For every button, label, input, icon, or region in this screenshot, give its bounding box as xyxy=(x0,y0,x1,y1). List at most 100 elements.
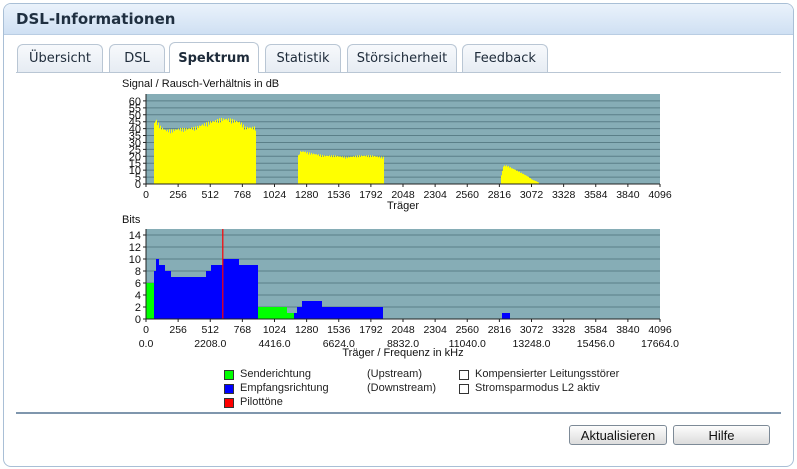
data-bar xyxy=(194,277,195,319)
data-bar xyxy=(168,271,169,319)
y-tick-label: 60 xyxy=(129,96,141,108)
x-axis-label: Träger / Frequenz in kHz xyxy=(342,347,463,359)
tab-uebersicht[interactable]: Übersicht xyxy=(17,44,103,72)
data-bar xyxy=(166,271,167,319)
help-button[interactable]: Hilfe xyxy=(673,425,770,445)
data-bar xyxy=(331,155,332,184)
data-bar xyxy=(246,129,247,184)
data-bar xyxy=(339,307,340,319)
data-bar xyxy=(315,154,316,184)
data-bar xyxy=(151,283,152,319)
data-bar xyxy=(365,156,366,184)
data-bar xyxy=(316,154,317,184)
legend-label-compensated: Kompensierter Leitungsstörer xyxy=(475,368,620,380)
tab-spektrum[interactable]: Spektrum xyxy=(169,42,259,73)
data-bar xyxy=(353,307,354,319)
data-bar xyxy=(370,307,371,319)
data-bar xyxy=(204,123,205,184)
data-bar xyxy=(156,119,157,184)
x-tick-label: 0 xyxy=(143,189,149,201)
data-bar xyxy=(531,179,532,184)
data-bar xyxy=(197,277,198,319)
data-bar xyxy=(309,152,310,184)
data-bar xyxy=(238,122,239,184)
data-bar xyxy=(333,307,334,319)
data-bar xyxy=(352,307,353,319)
data-bar xyxy=(365,307,366,319)
data-bar xyxy=(153,283,154,319)
data-bar xyxy=(197,126,198,184)
data-bar xyxy=(226,118,227,184)
data-bar xyxy=(280,307,281,319)
data-bar xyxy=(366,155,367,184)
data-bar xyxy=(369,307,370,319)
data-bar xyxy=(380,158,381,184)
data-bar xyxy=(170,271,171,319)
data-bar xyxy=(204,277,205,319)
data-bar xyxy=(363,307,364,319)
data-bar xyxy=(246,265,247,319)
data-bar xyxy=(503,313,504,319)
chart-title: Bits xyxy=(122,214,141,226)
data-bar xyxy=(230,118,231,184)
x-tick-label: 4096 xyxy=(648,189,672,201)
data-bar xyxy=(276,307,277,319)
data-bar xyxy=(176,129,177,184)
data-bar xyxy=(511,168,512,184)
data-bar xyxy=(362,307,363,319)
data-bar xyxy=(519,171,520,184)
data-bar xyxy=(233,259,234,319)
data-bar xyxy=(355,307,356,319)
data-bar xyxy=(205,277,206,319)
x-tick-label: 2304 xyxy=(423,189,447,201)
x-tick-label: 768 xyxy=(234,324,252,336)
tab-stoersicherheit[interactable]: Störsicherheit xyxy=(347,44,457,72)
data-bar xyxy=(330,156,331,184)
tab-statistik[interactable]: Statistik xyxy=(265,44,341,72)
data-bar xyxy=(376,307,377,319)
data-bar xyxy=(227,259,228,319)
data-bar xyxy=(195,126,196,184)
data-bar xyxy=(207,271,208,319)
data-bar xyxy=(303,301,304,319)
data-bar xyxy=(322,154,323,184)
data-bar xyxy=(300,151,301,184)
data-bar xyxy=(179,277,180,319)
data-bar xyxy=(210,271,211,319)
data-bar xyxy=(277,307,278,319)
data-bar xyxy=(182,277,183,319)
data-bar xyxy=(224,119,225,184)
data-bar xyxy=(211,265,212,319)
data-bar xyxy=(338,307,339,319)
x-tick-label: 3072 xyxy=(520,324,544,336)
refresh-button[interactable]: Aktualisieren xyxy=(569,425,667,445)
data-bar xyxy=(225,259,226,319)
data-bar xyxy=(517,170,518,184)
data-bar xyxy=(248,265,249,319)
data-bar xyxy=(516,170,517,184)
data-bar xyxy=(325,307,326,319)
tab-dsl[interactable]: DSL xyxy=(109,44,165,72)
data-bar xyxy=(239,265,240,319)
data-bar xyxy=(290,313,291,319)
legend-direction-upstream: (Upstream) xyxy=(367,368,423,380)
data-bar xyxy=(168,132,169,184)
data-bar xyxy=(209,124,210,184)
data-bar xyxy=(203,125,204,184)
data-bar xyxy=(374,155,375,184)
data-bar xyxy=(209,271,210,319)
data-bar xyxy=(364,155,365,184)
data-bar xyxy=(214,121,215,184)
data-bar xyxy=(157,259,158,319)
x-tick-label: 2816 xyxy=(488,189,512,201)
data-bar xyxy=(346,156,347,184)
data-bar xyxy=(364,307,365,319)
data-bar xyxy=(321,301,322,319)
data-bar xyxy=(525,175,526,184)
tab-feedback[interactable]: Feedback xyxy=(462,44,548,72)
data-bar xyxy=(213,265,214,319)
data-bar xyxy=(340,156,341,184)
data-bar xyxy=(233,122,234,184)
data-bar xyxy=(283,307,284,319)
data-bar xyxy=(327,155,328,184)
